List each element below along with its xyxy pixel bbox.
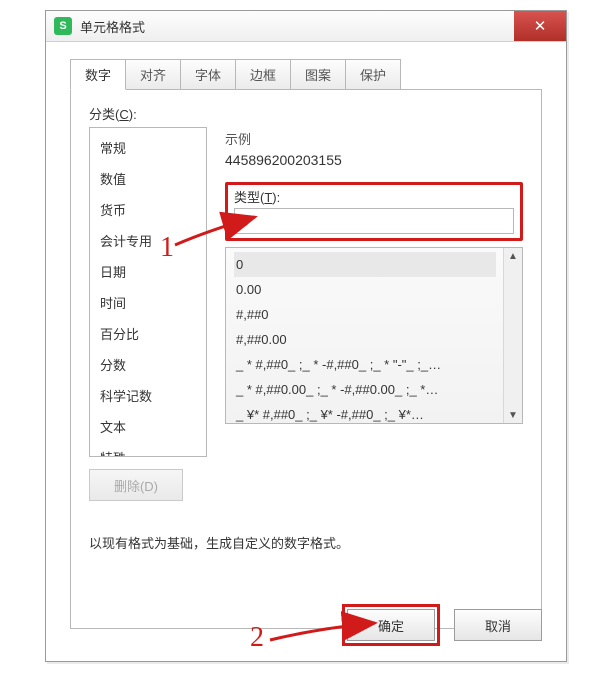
dialog-button-bar: 确定 取消 xyxy=(342,604,542,646)
tab-panel-number: 分类(C): 常规数值货币会计专用日期时间百分比分数科学记数文本特殊自定义 删除… xyxy=(70,89,542,629)
sample-value: 445896200203155 xyxy=(225,152,523,168)
type-option[interactable]: 0.00 xyxy=(234,277,496,302)
category-item[interactable]: 日期 xyxy=(90,256,206,287)
type-input[interactable] xyxy=(234,208,514,234)
category-item[interactable]: 文本 xyxy=(90,411,206,442)
ok-highlight: 确定 xyxy=(342,604,440,646)
tab-4[interactable]: 图案 xyxy=(290,59,346,90)
tab-0[interactable]: 数字 xyxy=(70,59,126,90)
category-item[interactable]: 时间 xyxy=(90,287,206,318)
tab-strip: 数字对齐字体边框图案保护 xyxy=(70,58,542,89)
category-item[interactable]: 百分比 xyxy=(90,318,206,349)
tab-1[interactable]: 对齐 xyxy=(125,59,181,90)
tab-2[interactable]: 字体 xyxy=(180,59,236,90)
type-group-highlight: 类型(T): xyxy=(225,182,523,241)
type-listbox[interactable]: 00.00#,##0#,##0.00_ * #,##0_ ;_ * -#,##0… xyxy=(225,247,523,424)
type-option[interactable]: _ ¥* #,##0_ ;_ ¥* -#,##0_ ;_ ¥*… xyxy=(234,402,496,424)
category-listbox[interactable]: 常规数值货币会计专用日期时间百分比分数科学记数文本特殊自定义 xyxy=(89,127,207,457)
category-item[interactable]: 科学记数 xyxy=(90,380,206,411)
tab-3[interactable]: 边框 xyxy=(235,59,291,90)
scroll-up-icon[interactable]: ▲ xyxy=(504,248,522,264)
ok-button[interactable]: 确定 xyxy=(347,609,435,641)
category-item[interactable]: 常规 xyxy=(90,132,206,163)
type-option[interactable]: #,##0 xyxy=(234,302,496,327)
window-title: 单元格格式 xyxy=(80,17,145,36)
close-icon: ✕ xyxy=(534,17,547,35)
titlebar[interactable]: S 单元格格式 ✕ xyxy=(46,11,566,42)
cancel-button[interactable]: 取消 xyxy=(454,609,542,641)
cell-format-dialog: S 单元格格式 ✕ 数字对齐字体边框图案保护 分类(C): 常规数值货币会计专用… xyxy=(45,10,567,662)
category-item[interactable]: 特殊 xyxy=(90,442,206,457)
type-option[interactable]: _ * #,##0_ ;_ * -#,##0_ ;_ * "-"_ ;_… xyxy=(234,352,496,377)
type-option[interactable]: 0 xyxy=(234,252,496,277)
category-label: 分类(C): xyxy=(89,104,523,123)
category-item[interactable]: 货币 xyxy=(90,194,206,225)
category-item[interactable]: 分数 xyxy=(90,349,206,380)
app-icon: S xyxy=(54,17,72,35)
format-hint: 以现有格式为基础，生成自定义的数字格式。 xyxy=(89,533,523,552)
scrollbar[interactable]: ▲ ▼ xyxy=(503,248,522,423)
close-button[interactable]: ✕ xyxy=(514,11,566,41)
type-option[interactable]: _ * #,##0.00_ ;_ * -#,##0.00_ ;_ *… xyxy=(234,377,496,402)
type-option[interactable]: #,##0.00 xyxy=(234,327,496,352)
sample-label: 示例 xyxy=(225,129,523,148)
type-label: 类型(T): xyxy=(234,187,514,206)
tab-5[interactable]: 保护 xyxy=(345,59,401,90)
scroll-down-icon[interactable]: ▼ xyxy=(504,407,522,423)
category-item[interactable]: 会计专用 xyxy=(90,225,206,256)
category-item[interactable]: 数值 xyxy=(90,163,206,194)
delete-button: 删除(D) xyxy=(89,469,183,501)
